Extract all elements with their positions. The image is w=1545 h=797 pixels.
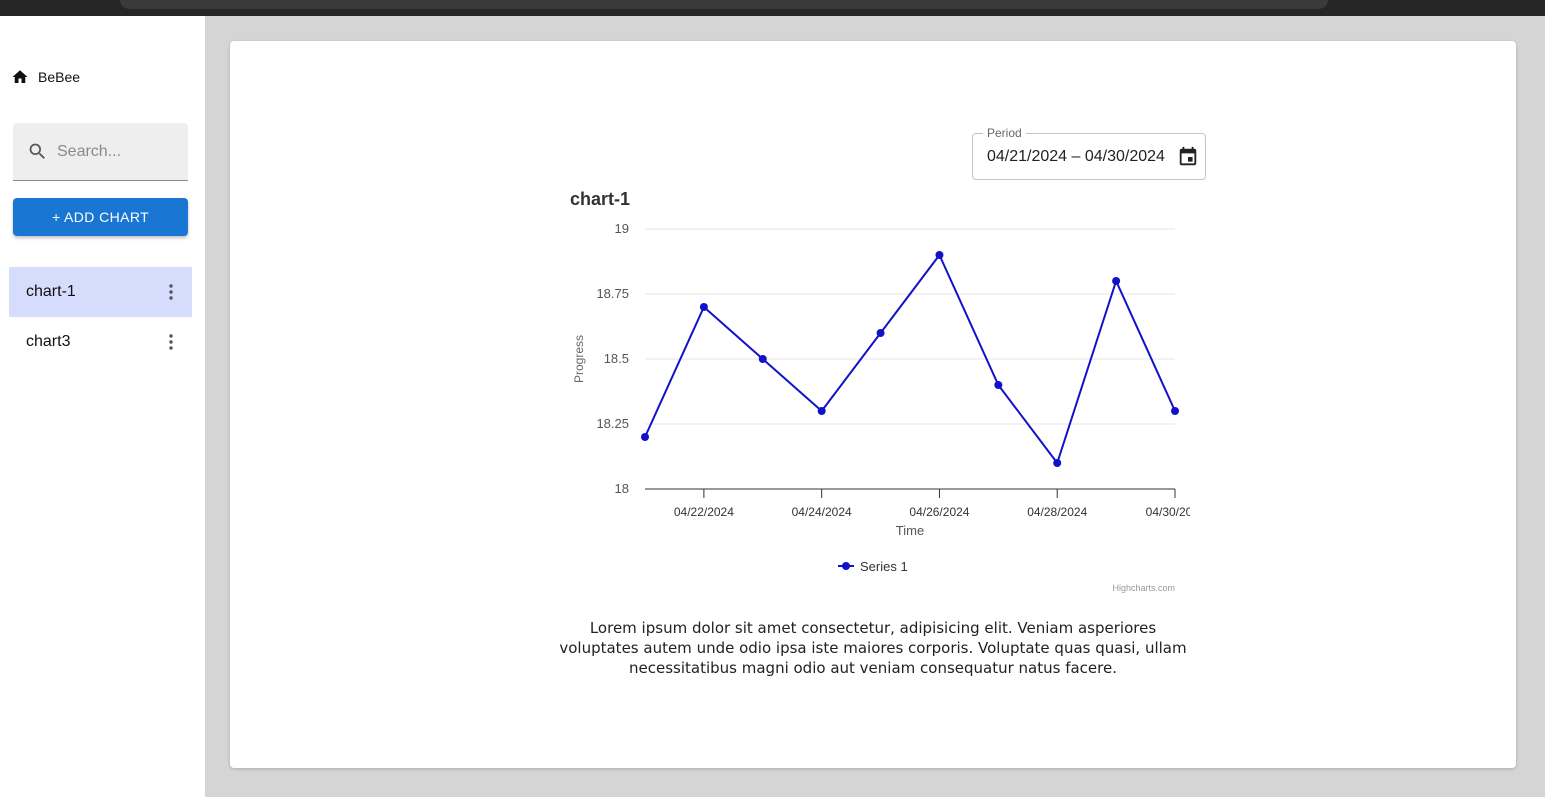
legend-label: Series 1 — [860, 559, 908, 574]
data-point — [994, 381, 1003, 389]
period-value[interactable]: 04/21/2024 – 04/30/2024 — [987, 148, 1165, 166]
legend-marker — [842, 562, 850, 570]
address-bar[interactable] — [120, 0, 1328, 9]
data-point — [935, 251, 944, 259]
more-vert-icon[interactable] — [169, 284, 173, 300]
x-tick-label: 04/26/2024 — [909, 505, 969, 519]
y-tick-label: 18 — [615, 481, 629, 496]
chart-credits[interactable]: Highcharts.com — [1112, 583, 1175, 593]
period-label: Period — [983, 126, 1026, 140]
data-point — [817, 407, 826, 415]
data-point — [641, 433, 649, 441]
period-date-range-picker[interactable]: Period 04/21/2024 – 04/30/2024 — [972, 126, 1206, 180]
add-chart-button[interactable]: + ADD CHART — [13, 198, 188, 236]
x-tick-label: 04/22/2024 — [674, 505, 734, 519]
sidebar-item-label: chart-1 — [26, 283, 76, 300]
sidebar-item-chart-1[interactable]: chart-1 — [9, 267, 192, 317]
data-point — [1171, 407, 1179, 415]
data-point — [758, 355, 767, 363]
calendar-icon[interactable] — [1177, 145, 1199, 169]
y-axis-title: Progress — [572, 335, 586, 383]
data-point — [1112, 277, 1121, 285]
x-tick-label: 04/24/2024 — [792, 505, 852, 519]
browser-top-bar — [0, 0, 1545, 16]
search-icon — [29, 143, 45, 159]
x-axis-title: Time — [896, 523, 924, 538]
x-tick-label: 04/30/20… — [1146, 505, 1190, 519]
sidebar-item-label: chart3 — [26, 333, 71, 350]
chart-description: Lorem ipsum dolor sit amet consectetur, … — [559, 619, 1187, 677]
data-point — [876, 329, 885, 337]
y-axis-ticks: 18 18.25 18.5 18.75 19 — [596, 221, 629, 496]
x-tick-label: 04/28/2024 — [1027, 505, 1087, 519]
legend[interactable]: Series 1 — [838, 559, 908, 574]
search-field[interactable] — [13, 123, 188, 181]
brand-link[interactable]: BeBee — [11, 68, 80, 86]
y-tick-label: 19 — [615, 221, 629, 236]
y-tick-label: 18.75 — [596, 286, 629, 301]
y-tick-label: 18.5 — [604, 351, 629, 366]
more-vert-icon[interactable] — [169, 334, 173, 350]
chart: chart-1 1818.2518.518.7519 04/22/2024 04/… — [570, 189, 1190, 593]
search-input[interactable] — [57, 142, 182, 161]
sidebar: BeBee + ADD CHART chart-1 chart3 — [0, 16, 205, 797]
brand-name: BeBee — [38, 69, 81, 85]
data-point — [1053, 459, 1062, 467]
main-card: Period 04/21/2024 – 04/30/2024 chart-1 1… — [230, 41, 1516, 768]
x-axis-ticks: 04/22/2024 04/24/2024 04/26/2024 04/28/2024… — [674, 489, 1190, 519]
y-tick-label: 18.25 — [596, 416, 629, 431]
sidebar-item-chart3[interactable]: chart3 — [9, 317, 192, 367]
data-point — [699, 303, 708, 311]
home-icon — [12, 70, 28, 83]
chart-title: chart-1 — [570, 189, 630, 209]
